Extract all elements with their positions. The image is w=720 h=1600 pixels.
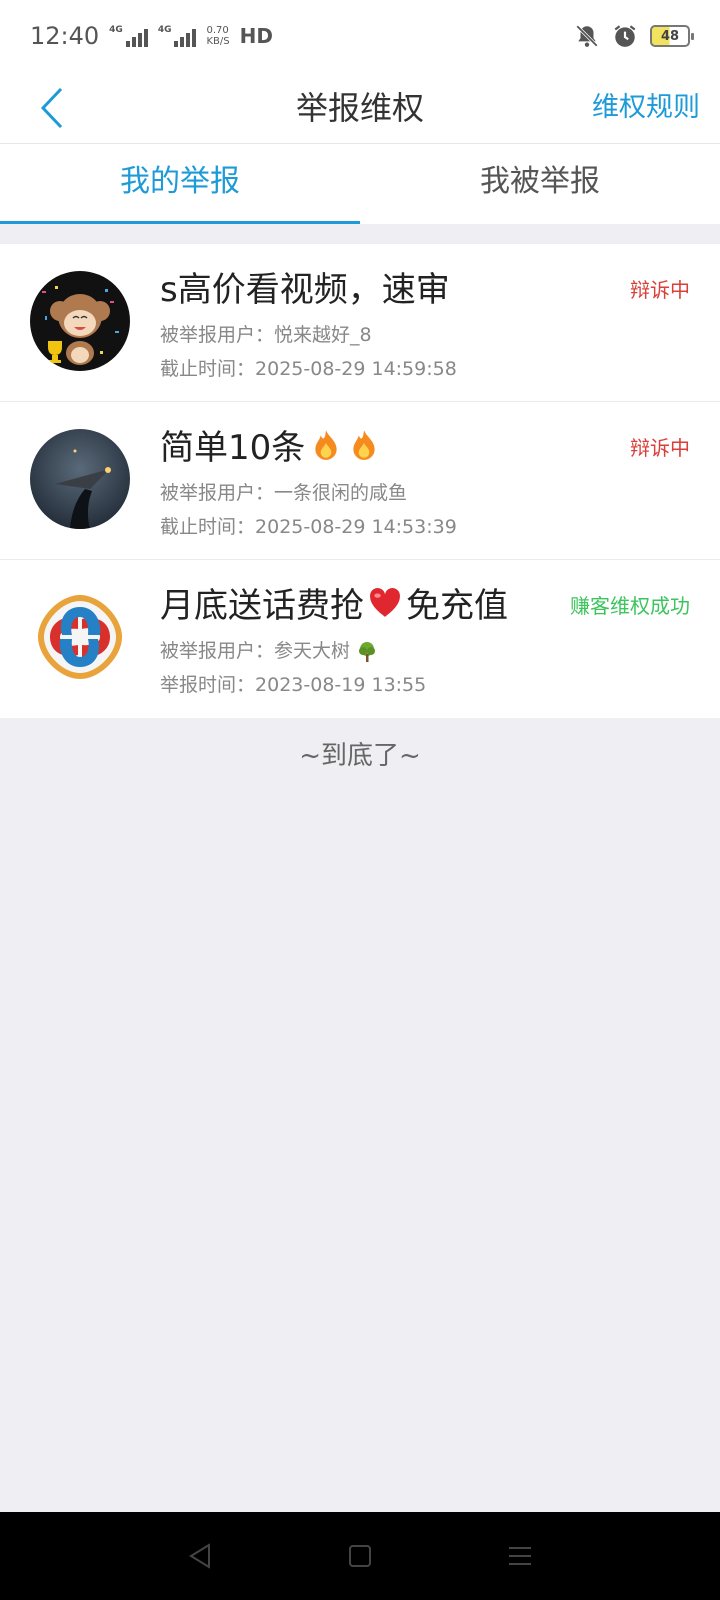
status-bar: 12:40 4G 4G 0.70 KB/S HD 48 bbox=[0, 0, 720, 72]
end-of-list-note: ~到底了~ bbox=[299, 741, 421, 771]
status-badge: 辩诉中 bbox=[630, 436, 690, 460]
report-item[interactable]: 月底送话费抢 免充值 赚客维权成功 被举报用户：参天大树 举报时间：2023-0… bbox=[0, 560, 720, 718]
battery-icon: 48 bbox=[650, 25, 694, 47]
report-list: s高价看视频，速审 辩诉中 被举报用户：悦来越好_8 截止时间：2025-08-… bbox=[0, 244, 720, 718]
triangle-back-icon bbox=[189, 1543, 210, 1569]
tab-my-reports[interactable]: 我的举报 bbox=[0, 144, 360, 224]
status-time: 12:40 bbox=[30, 22, 100, 50]
nav-menu-button[interactable] bbox=[495, 1531, 545, 1581]
tree-icon bbox=[359, 641, 376, 662]
avatar bbox=[30, 271, 130, 371]
monkey-avatar-icon bbox=[30, 271, 130, 371]
nav-back-button[interactable] bbox=[175, 1531, 225, 1581]
report-item[interactable]: s高价看视频，速审 辩诉中 被举报用户：悦来越好_8 截止时间：2025-08-… bbox=[0, 244, 720, 402]
header: 举报维权 维权规则 bbox=[0, 72, 720, 144]
fire-icon bbox=[353, 429, 375, 460]
heart-icon bbox=[370, 587, 400, 617]
nav-home-button[interactable] bbox=[335, 1531, 385, 1581]
report-title: 简单10条 bbox=[160, 420, 381, 469]
avatar bbox=[30, 429, 130, 529]
unicom-logo-icon bbox=[30, 587, 130, 687]
report-title: 月底送话费抢 免充值 bbox=[160, 586, 508, 626]
report-title: s高价看视频，速审 bbox=[160, 270, 450, 310]
reported-user: 被举报用户：悦来越好_8 bbox=[160, 324, 372, 346]
menu-icon bbox=[509, 1547, 531, 1565]
reported-user: 被举报用户：参天大树 bbox=[160, 636, 378, 663]
paper-plane-photo-icon bbox=[30, 429, 130, 529]
deadline-time: 截止时间：2025-08-29 14:53:39 bbox=[160, 516, 457, 538]
network-speed: 0.70 KB/S bbox=[206, 25, 230, 47]
tab-bar: 我的举报 我被举报 bbox=[0, 144, 720, 224]
alarm-icon bbox=[614, 25, 636, 47]
system-nav-bar bbox=[0, 1512, 720, 1600]
bell-muted-icon bbox=[576, 25, 598, 47]
tab-reported-me[interactable]: 我被举报 bbox=[360, 144, 720, 224]
square-home-icon bbox=[349, 1545, 371, 1567]
report-time: 举报时间：2023-08-19 13:55 bbox=[160, 674, 427, 696]
reported-user: 被举报用户：一条很闲的咸鱼 bbox=[160, 482, 408, 504]
deadline-time: 截止时间：2025-08-29 14:59:58 bbox=[160, 358, 457, 380]
hd-indicator: HD bbox=[239, 24, 273, 48]
signal-icon: 4G bbox=[109, 25, 148, 47]
signal-icon: 4G bbox=[158, 25, 197, 47]
status-badge: 辩诉中 bbox=[630, 278, 690, 302]
report-item[interactable]: 简单10条 辩诉中 被举报用户：一条很闲的咸鱼 截止时间：2025-08-29 … bbox=[0, 402, 720, 560]
avatar bbox=[30, 587, 130, 687]
fire-icon bbox=[315, 429, 337, 460]
rules-link[interactable]: 维权规则 bbox=[592, 72, 700, 144]
status-badge: 赚客维权成功 bbox=[570, 594, 690, 618]
